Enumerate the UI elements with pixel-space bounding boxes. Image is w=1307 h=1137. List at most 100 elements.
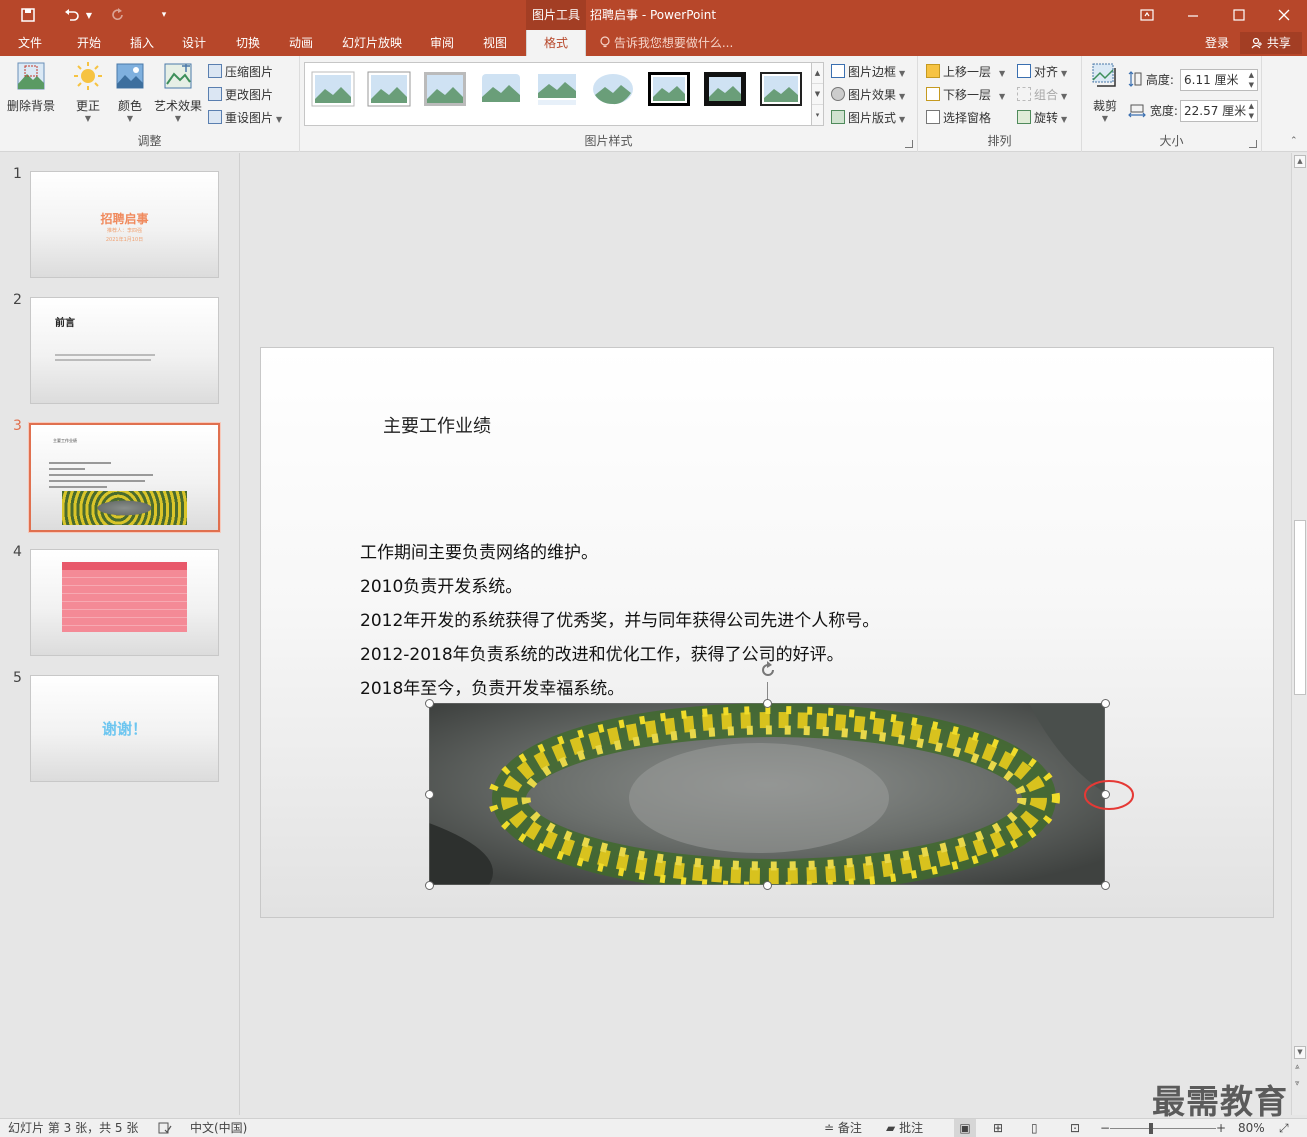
slide-thumbnail-5[interactable]: 谢谢！ [30, 675, 219, 782]
slideshow-icon[interactable]: ⊡ [1070, 1119, 1080, 1137]
slide-thumbnail-3[interactable]: 主要工作业绩 [28, 422, 221, 533]
tab-file[interactable]: 文件 [8, 30, 52, 56]
backward-dropdown-icon: ▼ [999, 92, 1006, 101]
body-line[interactable]: 工作期间主要负责网络的维护。 [360, 538, 598, 563]
comments-button[interactable]: ▰ 批注 [886, 1119, 923, 1137]
picture-style-9[interactable] [759, 71, 803, 107]
picture-style-7[interactable] [647, 71, 691, 107]
artistic-effects-button[interactable]: 艺术效果 ▼ [152, 60, 204, 123]
save-icon[interactable] [16, 4, 40, 26]
spell-check-icon[interactable] [158, 1119, 172, 1137]
scroll-down-icon[interactable]: ▼ [1294, 1046, 1306, 1059]
size-dialog-launcher-icon[interactable] [1249, 140, 1257, 148]
tab-slideshow[interactable]: 幻灯片放映 [334, 30, 410, 56]
slide-thumbnail-2[interactable]: 前言 [30, 297, 219, 404]
tab-design[interactable]: 设计 [172, 30, 216, 56]
zoom-slider-thumb[interactable] [1149, 1123, 1153, 1134]
scroll-up-icon[interactable]: ▲ [1294, 155, 1306, 168]
width-label: 宽度: [1149, 104, 1178, 118]
body-line[interactable]: 2010负责开发系统。 [360, 572, 522, 597]
color-button[interactable]: 颜色 ▼ [110, 60, 150, 123]
height-input[interactable]: 6.11 厘米 ▲ ▼ [1180, 69, 1258, 91]
picture-style-3[interactable] [423, 71, 467, 107]
selection-pane-button[interactable]: 选择窗格 [926, 108, 991, 128]
tab-view[interactable]: 视图 [473, 30, 517, 56]
slide-thumbnail-1[interactable]: 招聘启事 推荐人：李四强 2021年1月10日 [30, 171, 219, 278]
undo-dropdown-icon[interactable]: ▼ [82, 4, 96, 26]
crop-button[interactable]: 裁剪 ▼ [1088, 60, 1122, 123]
align-button[interactable]: 对齐 ▼ [1017, 62, 1067, 82]
gallery-scroll[interactable]: ▲ ▼ ▾ [812, 62, 824, 126]
picture-style-6[interactable] [591, 71, 635, 107]
group-objects-button[interactable]: 组合 ▼ [1017, 85, 1067, 105]
next-slide-icon[interactable]: ⩔ [1295, 1079, 1300, 1087]
styles-dialog-launcher-icon[interactable] [905, 140, 913, 148]
customize-qat-icon[interactable]: ▾ [152, 4, 176, 26]
previous-slide-icon[interactable]: ⩓ [1295, 1063, 1300, 1071]
zoom-slider[interactable] [1110, 1128, 1216, 1129]
compress-pictures-button[interactable]: 压缩图片 [208, 62, 273, 82]
picture-border-button[interactable]: 图片边框 ▼ [831, 62, 905, 82]
tab-home[interactable]: 开始 [66, 30, 112, 56]
thumb-text-line [49, 474, 153, 476]
gallery-more-icon[interactable]: ▾ [812, 105, 823, 126]
minimize-icon[interactable] [1170, 0, 1216, 30]
change-picture-button[interactable]: 更改图片 [208, 85, 273, 105]
tab-animations[interactable]: 动画 [279, 30, 323, 56]
language-indicator[interactable]: 中文(中国) [190, 1119, 247, 1137]
resize-handle-top-left[interactable] [425, 699, 434, 708]
body-line[interactable]: 2012年开发的系统获得了优秀奖，并与同年获得公司先进个人称号。 [360, 606, 879, 631]
zoom-out-icon[interactable]: − [1100, 1119, 1110, 1137]
scroll-thumb[interactable] [1294, 520, 1306, 695]
width-input[interactable]: 22.57 厘米 ▲ ▼ [1180, 100, 1258, 122]
slide-thumbnail-4[interactable] [30, 549, 219, 656]
picture-style-4[interactable] [479, 71, 523, 107]
picture-style-5[interactable] [535, 71, 579, 107]
notes-button[interactable]: ≐ 备注 [824, 1119, 862, 1137]
maximize-icon[interactable] [1216, 0, 1262, 30]
resize-handle-bottom[interactable] [763, 881, 772, 890]
height-spinner-icon[interactable]: ▲ ▼ [1249, 70, 1254, 90]
close-icon[interactable] [1261, 0, 1307, 30]
rotate-handle-icon[interactable] [758, 660, 778, 680]
align-label: 对齐 [1034, 65, 1059, 79]
share-button[interactable]: 共享 [1240, 32, 1302, 54]
corrections-button[interactable]: 更正 ▼ [68, 60, 108, 123]
picture-style-8[interactable] [703, 71, 747, 107]
picture-effects-button[interactable]: 图片效果 ▼ [831, 85, 905, 105]
login-link[interactable]: 登录 [1205, 30, 1229, 56]
tell-me-search[interactable]: 告诉我您想要做什么... [600, 30, 733, 56]
normal-view-icon[interactable]: ▣ [954, 1119, 976, 1137]
picture-style-2[interactable] [367, 71, 411, 107]
slide-title[interactable]: 主要工作业绩 [383, 412, 491, 438]
tab-format[interactable]: 格式 [526, 30, 586, 56]
resize-handle-top-right[interactable] [1101, 699, 1110, 708]
redo-icon[interactable] [106, 4, 130, 26]
send-backward-button[interactable]: 下移一层 ▼ [926, 85, 1005, 105]
gallery-down-icon[interactable]: ▼ [812, 84, 823, 105]
width-spinner-icon[interactable]: ▲ ▼ [1249, 101, 1254, 121]
resize-handle-left[interactable] [425, 790, 434, 799]
picture-layout-button[interactable]: 图片版式 ▼ [831, 108, 905, 128]
picture-style-1[interactable] [311, 71, 355, 107]
resize-handle-bottom-right[interactable] [1101, 881, 1110, 890]
ribbon-display-icon[interactable] [1124, 0, 1170, 30]
bring-forward-button[interactable]: 上移一层 ▼ [926, 62, 1005, 82]
resize-handle-bottom-left[interactable] [425, 881, 434, 890]
flower-wreath-picture[interactable] [429, 703, 1105, 885]
reading-view-icon[interactable]: ▯ [1031, 1119, 1038, 1137]
resize-handle-top[interactable] [763, 699, 772, 708]
remove-background-button[interactable]: 删除背景 [4, 60, 58, 114]
reset-picture-button[interactable]: 重设图片 ▼ [208, 108, 282, 128]
body-line[interactable]: 2018年至今，负责开发幸福系统。 [360, 674, 624, 699]
gallery-up-icon[interactable]: ▲ [812, 63, 823, 84]
collapse-ribbon-icon[interactable]: ⌃ [1290, 136, 1298, 146]
current-slide[interactable]: 主要工作业绩 工作期间主要负责网络的维护。 2010负责开发系统。 2012年开… [260, 347, 1274, 918]
rotate-button[interactable]: 旋转 ▼ [1017, 108, 1067, 128]
tab-insert[interactable]: 插入 [120, 30, 164, 56]
slide-sorter-icon[interactable]: ⊞ [993, 1119, 1003, 1137]
undo-icon[interactable] [60, 4, 84, 26]
tab-review[interactable]: 审阅 [420, 30, 464, 56]
tab-transitions[interactable]: 切换 [226, 30, 270, 56]
vertical-scrollbar[interactable]: ▲ ▼ ⩓ ⩔ [1291, 153, 1307, 1115]
